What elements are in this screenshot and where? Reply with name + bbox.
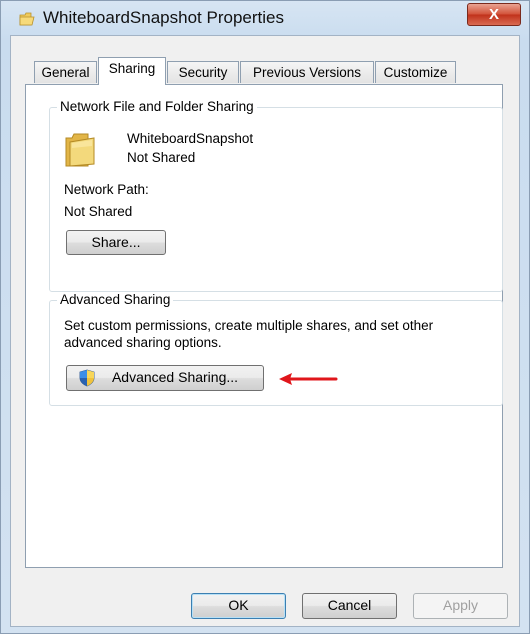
red-arrow-icon <box>279 373 338 385</box>
network-sharing-group: Network File and Folder Sharing Whiteboa… <box>49 99 503 292</box>
advanced-sharing-description: advanced sharing options. <box>64 335 222 350</box>
folder-icon <box>19 12 35 26</box>
tab-general[interactable]: General <box>34 61 97 83</box>
apply-button: Apply <box>413 593 508 619</box>
tab-security[interactable]: Security <box>167 61 239 83</box>
item-name: WhiteboardSnapshot <box>127 131 254 146</box>
tab-customize[interactable]: Customize <box>375 61 456 83</box>
ok-button[interactable]: OK <box>191 593 286 619</box>
tab-previous-versions[interactable]: Previous Versions <box>240 61 374 83</box>
sharing-tab-panel: Network File and Folder Sharing Whiteboa… <box>25 84 503 568</box>
advanced-sharing-button[interactable]: Advanced Sharing... <box>66 365 264 391</box>
advanced-sharing-group: Advanced Sharing Set custom permissions,… <box>49 292 503 406</box>
advanced-sharing-description: Set custom permissions, create multiple … <box>64 318 434 333</box>
cancel-button[interactable]: Cancel <box>302 593 397 619</box>
network-path-value: Not Shared <box>64 204 133 219</box>
title-bar[interactable]: WhiteboardSnapshot Properties X <box>1 1 529 35</box>
close-button[interactable]: X <box>467 3 521 26</box>
group-label: Advanced Sharing <box>57 292 174 307</box>
tab-sharing[interactable]: Sharing <box>98 57 166 85</box>
share-button[interactable]: Share... <box>66 230 166 255</box>
window-title: WhiteboardSnapshot Properties <box>43 8 284 27</box>
network-path-label: Network Path: <box>64 182 149 197</box>
item-status: Not Shared <box>127 150 196 165</box>
folder-icon <box>65 133 95 167</box>
close-icon: X <box>488 6 499 23</box>
group-label: Network File and Folder Sharing <box>57 99 257 114</box>
